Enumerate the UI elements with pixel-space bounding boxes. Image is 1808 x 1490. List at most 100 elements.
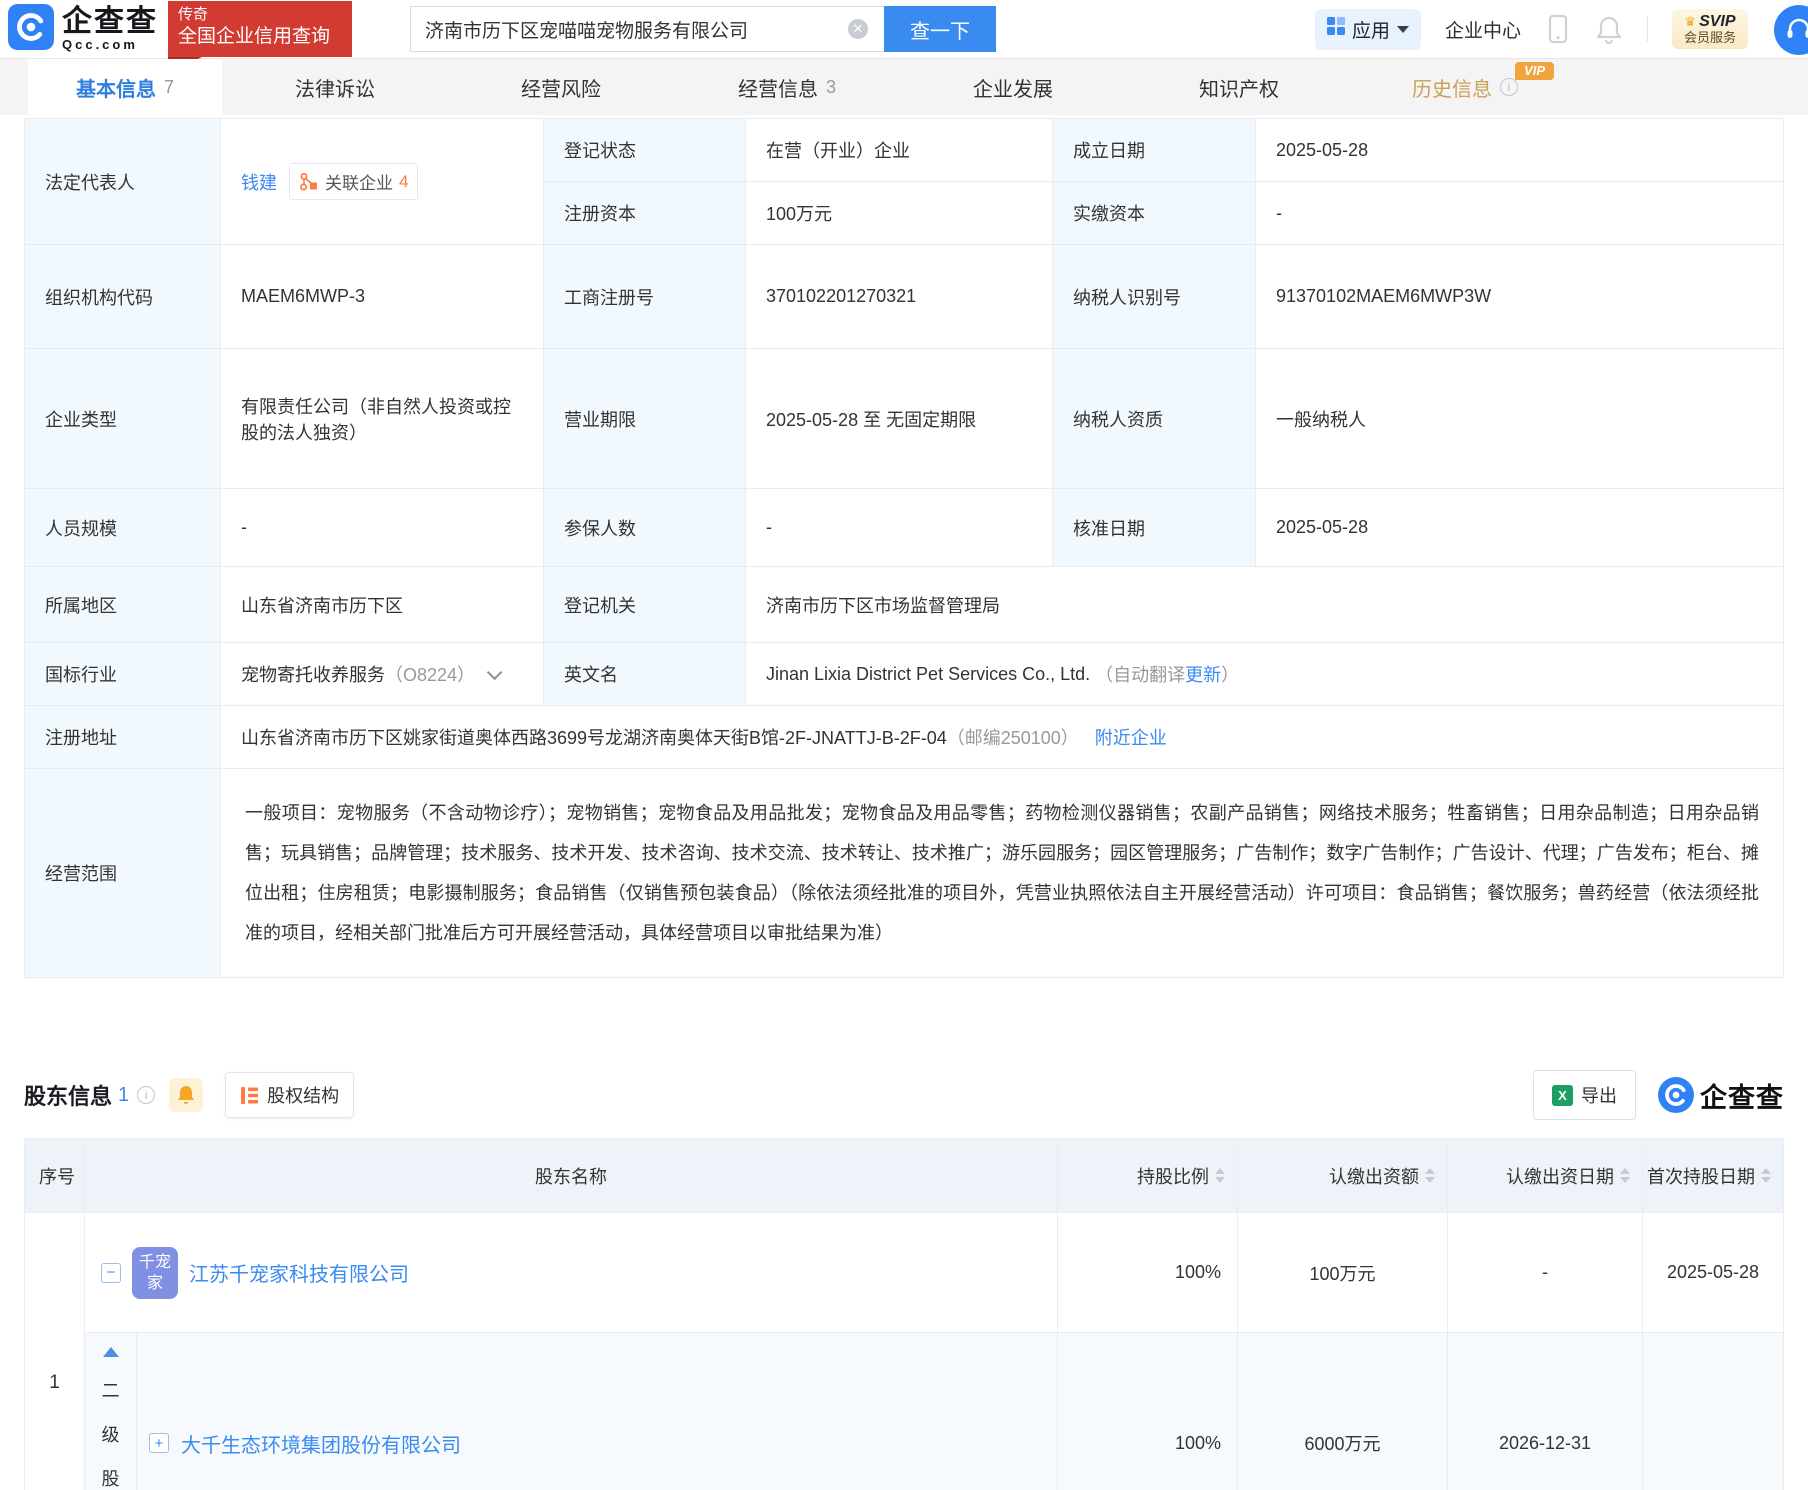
- biz-scope-value: 一般项目：宠物服务（不含动物诊疗）；宠物销售；宠物食品及用品批发；宠物食品及用品…: [221, 769, 1783, 977]
- est-date-value: 2025-05-28: [1256, 119, 1783, 182]
- search-input[interactable]: [410, 6, 884, 52]
- tab-legal-litigation[interactable]: 法律诉讼: [222, 59, 448, 115]
- approval-date-label: 核准日期: [1053, 489, 1256, 567]
- postcode: （邮编250100）: [946, 728, 1079, 748]
- qcc-watermark-logo: 企查查: [1658, 1076, 1784, 1115]
- industry-label: 国标行业: [25, 643, 221, 706]
- biz-reg-no-label: 工商注册号: [544, 245, 746, 349]
- equity-structure-button[interactable]: 股权结构: [225, 1072, 355, 1118]
- svip-membership[interactable]: ♛ SVIP 会员服务: [1671, 9, 1748, 49]
- reg-address-cell: 山东省济南市历下区姚家街道奥体西路3699号龙湖济南奥体天街B馆-2F-JNAT…: [221, 706, 1783, 769]
- legal-rep-link[interactable]: 钱建: [241, 169, 277, 195]
- sub-shareholder-name-link[interactable]: 大千生态环境集团股份有限公司: [181, 1429, 461, 1458]
- tier-strip: 二级股东: [85, 1333, 137, 1490]
- monitor-bell-icon[interactable]: [169, 1078, 204, 1112]
- tab-operating-info[interactable]: 经营信息 3: [674, 59, 900, 115]
- apps-grid-icon: [1326, 17, 1345, 41]
- brand-domain: Qcc.com: [62, 36, 138, 52]
- export-button[interactable]: 导出: [1533, 1070, 1636, 1120]
- related-companies-label: 关联企业: [325, 174, 393, 193]
- insured-count-label: 参保人数: [544, 489, 746, 567]
- sort-icon: [1425, 1168, 1435, 1183]
- legal-rep-label: 法定代表人: [25, 119, 221, 245]
- insured-count-value: -: [746, 489, 1053, 567]
- promo-badge: 传奇 全国企业信用查询: [168, 1, 352, 73]
- staff-size-label: 人员规模: [25, 489, 221, 567]
- collapse-triangle-icon[interactable]: [102, 1347, 119, 1357]
- tab-history-info[interactable]: VIP 历史信息 i: [1352, 59, 1578, 115]
- col-header-amount[interactable]: 认缴出资额: [1238, 1139, 1448, 1213]
- brand-name: 企查查: [62, 4, 158, 38]
- reg-address-value: 山东省济南市历下区姚家街道奥体西路3699号龙湖济南奥体天街B馆-2F-JNAT…: [241, 728, 947, 748]
- first-date-cell: 2025-05-28: [1643, 1213, 1783, 1333]
- region-value: 山东省济南市历下区: [221, 567, 544, 643]
- reg-status-value: 在营（开业）企业: [746, 119, 1053, 182]
- date-cell: -: [1448, 1213, 1643, 1333]
- sub-shareholder-row: 二级股东 + 大千生态环境集团股份有限公司: [85, 1333, 1058, 1490]
- col-header-ratio[interactable]: 持股比例: [1058, 1139, 1238, 1213]
- apps-menu[interactable]: 应用: [1314, 8, 1421, 50]
- company-type-value: 有限责任公司（非自然人投资或控股的法人独资）: [221, 349, 544, 489]
- tab-company-development[interactable]: 企业发展: [900, 59, 1126, 115]
- col-header-first-date[interactable]: 首次持股日期: [1643, 1139, 1783, 1213]
- chevron-down-icon: [1396, 25, 1409, 33]
- enterprise-center-link[interactable]: 企业中心: [1445, 16, 1521, 43]
- info-icon[interactable]: i: [1500, 78, 1518, 96]
- biz-reg-no-value: 370102201270321: [746, 245, 1053, 349]
- crown-icon: ♛: [1684, 14, 1697, 29]
- taxpayer-qual-value: 一般纳税人: [1256, 349, 1783, 489]
- paid-capital-label: 实缴资本: [1053, 182, 1256, 245]
- industry-cell: 宠物寄托收养服务 （O8224）: [221, 643, 544, 706]
- qcc-logo[interactable]: 企查查 Qcc.com: [8, 3, 158, 55]
- tab-operating-risk[interactable]: 经营风险: [448, 59, 674, 115]
- approval-date-value: 2025-05-28: [1256, 489, 1783, 567]
- sort-icon: [1761, 1168, 1771, 1183]
- notification-bell-icon[interactable]: [1595, 14, 1623, 44]
- est-date-label: 成立日期: [1053, 119, 1256, 182]
- divider: [1646, 16, 1648, 42]
- top-bar: 企查查 Qcc.com 传奇 全国企业信用查询 ✕ 查一下 应用 企业中心: [0, 0, 1808, 73]
- tab-intellectual-property[interactable]: 知识产权: [1126, 59, 1352, 115]
- svip-title: SVIP: [1699, 13, 1736, 30]
- shareholder-avatar: 千宠家: [132, 1246, 178, 1299]
- taxpayer-id-label: 纳税人识别号: [1053, 245, 1256, 349]
- company-type-label: 企业类型: [25, 349, 221, 489]
- promo-line2: 全国企业信用查询: [178, 26, 331, 47]
- tab-basic-info[interactable]: 基本信息 7: [28, 59, 222, 115]
- collapse-toggle[interactable]: −: [101, 1262, 121, 1283]
- biz-term-label: 营业期限: [544, 349, 746, 489]
- auto-translate-note: （自动翻译: [1095, 665, 1186, 685]
- expand-toggle[interactable]: +: [149, 1433, 169, 1453]
- section-tabs: 基本信息 7 法律诉讼 经营风险 经营信息 3 企业发展 知识产权 VIP 历史信息…: [0, 58, 1808, 115]
- col-header-date[interactable]: 认缴出资日期: [1448, 1139, 1643, 1213]
- reg-address-label: 注册地址: [25, 706, 221, 769]
- translate-update-link[interactable]: 更新: [1185, 661, 1221, 687]
- row-number: 1: [25, 1213, 85, 1490]
- mobile-app-icon[interactable]: [1545, 14, 1571, 44]
- org-code-label: 组织机构代码: [25, 245, 221, 349]
- excel-icon: [1552, 1084, 1573, 1106]
- info-icon[interactable]: i: [137, 1086, 156, 1104]
- paid-capital-value: -: [1256, 182, 1783, 245]
- tier-label: 二级股东: [101, 1381, 120, 1489]
- chevron-down-icon[interactable]: [486, 664, 503, 680]
- qcc-company-page: 企查查 Qcc.com 传奇 全国企业信用查询 ✕ 查一下 应用 企业中心: [0, 0, 1808, 1490]
- search-button[interactable]: 查一下: [884, 6, 996, 52]
- ratio-cell: 100%: [1058, 1213, 1238, 1333]
- org-code-value: MAEM6MWP-3: [221, 245, 544, 349]
- apps-label: 应用: [1351, 20, 1390, 42]
- reg-authority-value: 济南市历下区市场监督管理局: [746, 567, 1783, 643]
- shareholder-name-link[interactable]: 江苏千宠家科技有限公司: [189, 1258, 409, 1287]
- taxpayer-id-value: 91370102MAEM6MWP3W: [1256, 245, 1783, 349]
- nearby-companies-link[interactable]: 附近企业: [1095, 724, 1167, 750]
- biz-scope-label: 经营范围: [25, 769, 221, 977]
- taxpayer-qual-label: 纳税人资质: [1053, 349, 1256, 489]
- industry-code: （O8224）: [385, 665, 476, 685]
- shareholders-header: 股东信息 1 i 股权结构 导出 企查查: [24, 1070, 1784, 1120]
- top-nav: 应用 企业中心 ♛ SVIP 会员服务: [1314, 8, 1808, 50]
- clear-search-icon[interactable]: ✕: [848, 19, 868, 39]
- biz-term-value: 2025-05-28 至 无固定期限: [746, 349, 1053, 489]
- related-companies-chip[interactable]: 关联企业 4: [289, 163, 419, 200]
- tabs-filler: [1578, 59, 1808, 115]
- company-info-table: 法定代表人 钱建 关联企业 4 登记状态 在营（开业）企业 成立日期 2025-…: [24, 118, 1784, 978]
